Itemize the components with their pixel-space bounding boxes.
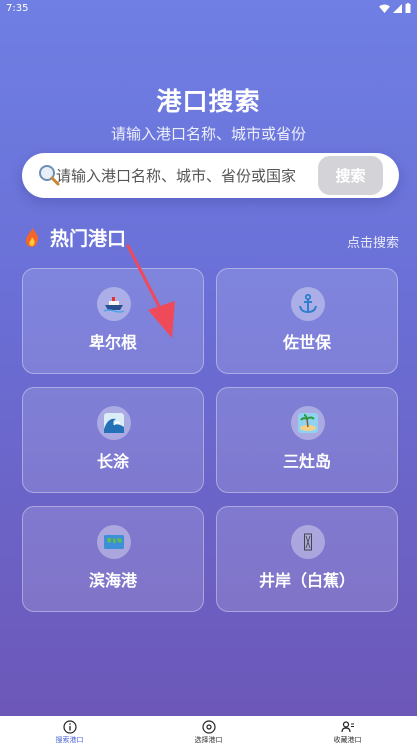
port-icon-badge xyxy=(97,525,131,559)
battery-icon xyxy=(405,3,411,13)
port-card-bergen[interactable]: 卑尔根 xyxy=(22,268,204,374)
unknown-glyph-icon xyxy=(304,533,312,551)
signal-icon xyxy=(393,3,402,13)
search-box: 搜索 xyxy=(22,153,399,198)
port-name: 长涂 xyxy=(96,452,129,471)
wave-icon xyxy=(104,413,124,433)
nav-search-ports[interactable]: 搜索港口 xyxy=(10,716,130,747)
island-icon xyxy=(298,413,318,433)
status-time: 7:35 xyxy=(6,2,29,14)
port-card-sasebo[interactable]: 佐世保 xyxy=(216,268,398,374)
port-icon-badge xyxy=(291,406,325,440)
click-search-link[interactable]: 点击搜索 xyxy=(347,232,399,251)
page-subtitle: 请输入港口名称、城市或省份 xyxy=(110,125,306,143)
port-card-sanzao-island[interactable]: 三灶岛 xyxy=(216,387,398,493)
port-name: 井岸（白蕉） xyxy=(258,571,355,590)
page-title: 港口搜索 xyxy=(156,87,261,116)
hot-ports-header: 热门港口 点击搜索 xyxy=(22,224,399,252)
nav-label: 选择港口 xyxy=(194,736,223,744)
port-name: 卑尔根 xyxy=(88,333,137,352)
search-button[interactable]: 搜索 xyxy=(318,156,383,195)
search-input[interactable] xyxy=(56,153,312,198)
compass-icon xyxy=(201,720,216,734)
port-name: 滨海港 xyxy=(88,571,137,590)
port-card-binhai[interactable]: 滨海港 xyxy=(22,506,204,612)
bottom-nav: 搜索港口 选择港口 收藏港口 xyxy=(0,716,417,747)
port-name: 佐世保 xyxy=(282,333,331,352)
nav-select-ports[interactable]: 选择港口 xyxy=(149,716,269,747)
status-icons xyxy=(379,3,411,13)
wifi-icon xyxy=(379,4,390,13)
world-map-icon xyxy=(104,535,124,549)
info-circle-icon xyxy=(62,720,77,734)
nav-label: 搜索港口 xyxy=(55,736,84,744)
fire-icon xyxy=(25,227,39,247)
user-list-icon xyxy=(340,721,354,733)
nav-favorite-ports[interactable]: 收藏港口 xyxy=(288,716,408,747)
port-icon-badge xyxy=(97,287,131,321)
port-name: 三灶岛 xyxy=(282,452,331,471)
port-icon-badge xyxy=(291,287,325,321)
port-card-jingan-baijiao[interactable]: 井岸（白蕉） xyxy=(216,506,398,612)
port-icon-badge xyxy=(291,525,325,559)
section-title: 热门港口 xyxy=(50,228,127,250)
ship-icon xyxy=(103,297,125,313)
port-icon-badge xyxy=(97,406,131,440)
anchor-icon xyxy=(299,293,317,314)
status-bar: 7:35 xyxy=(0,0,417,16)
port-card-changtu[interactable]: 长涂 xyxy=(22,387,204,493)
nav-label: 收藏港口 xyxy=(333,736,362,744)
